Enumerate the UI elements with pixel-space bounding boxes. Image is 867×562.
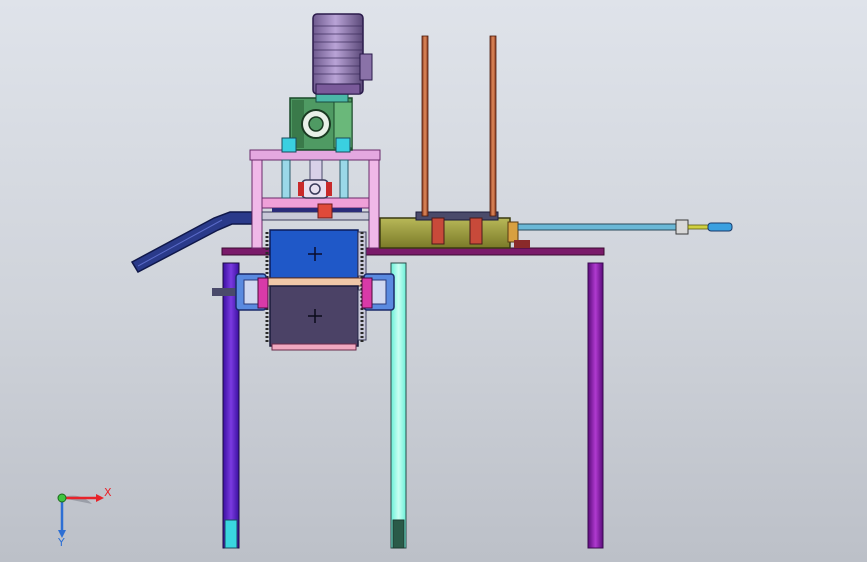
x-axis-label: X xyxy=(104,486,112,499)
olive-base[interactable] xyxy=(379,211,511,249)
worm-gearbox[interactable] xyxy=(281,97,353,153)
lower-dark-block[interactable] xyxy=(269,285,367,351)
upper-blue-block[interactable] xyxy=(269,229,367,279)
y-axis-label: Y xyxy=(57,536,65,549)
machine-drawing: X Y xyxy=(57,13,733,549)
cad-viewport[interactable]: X Y xyxy=(0,0,867,562)
left-bearing[interactable] xyxy=(212,273,269,311)
right-bearing[interactable] xyxy=(361,273,395,311)
right-leg[interactable] xyxy=(587,262,604,549)
copper-rods[interactable] xyxy=(421,35,497,217)
electric-motor[interactable] xyxy=(312,13,373,103)
origin-marker xyxy=(57,493,67,503)
middle-plate xyxy=(265,277,365,287)
pneumatic-cylinder[interactable] xyxy=(507,219,733,248)
coordinate-triad: X Y xyxy=(57,486,112,549)
